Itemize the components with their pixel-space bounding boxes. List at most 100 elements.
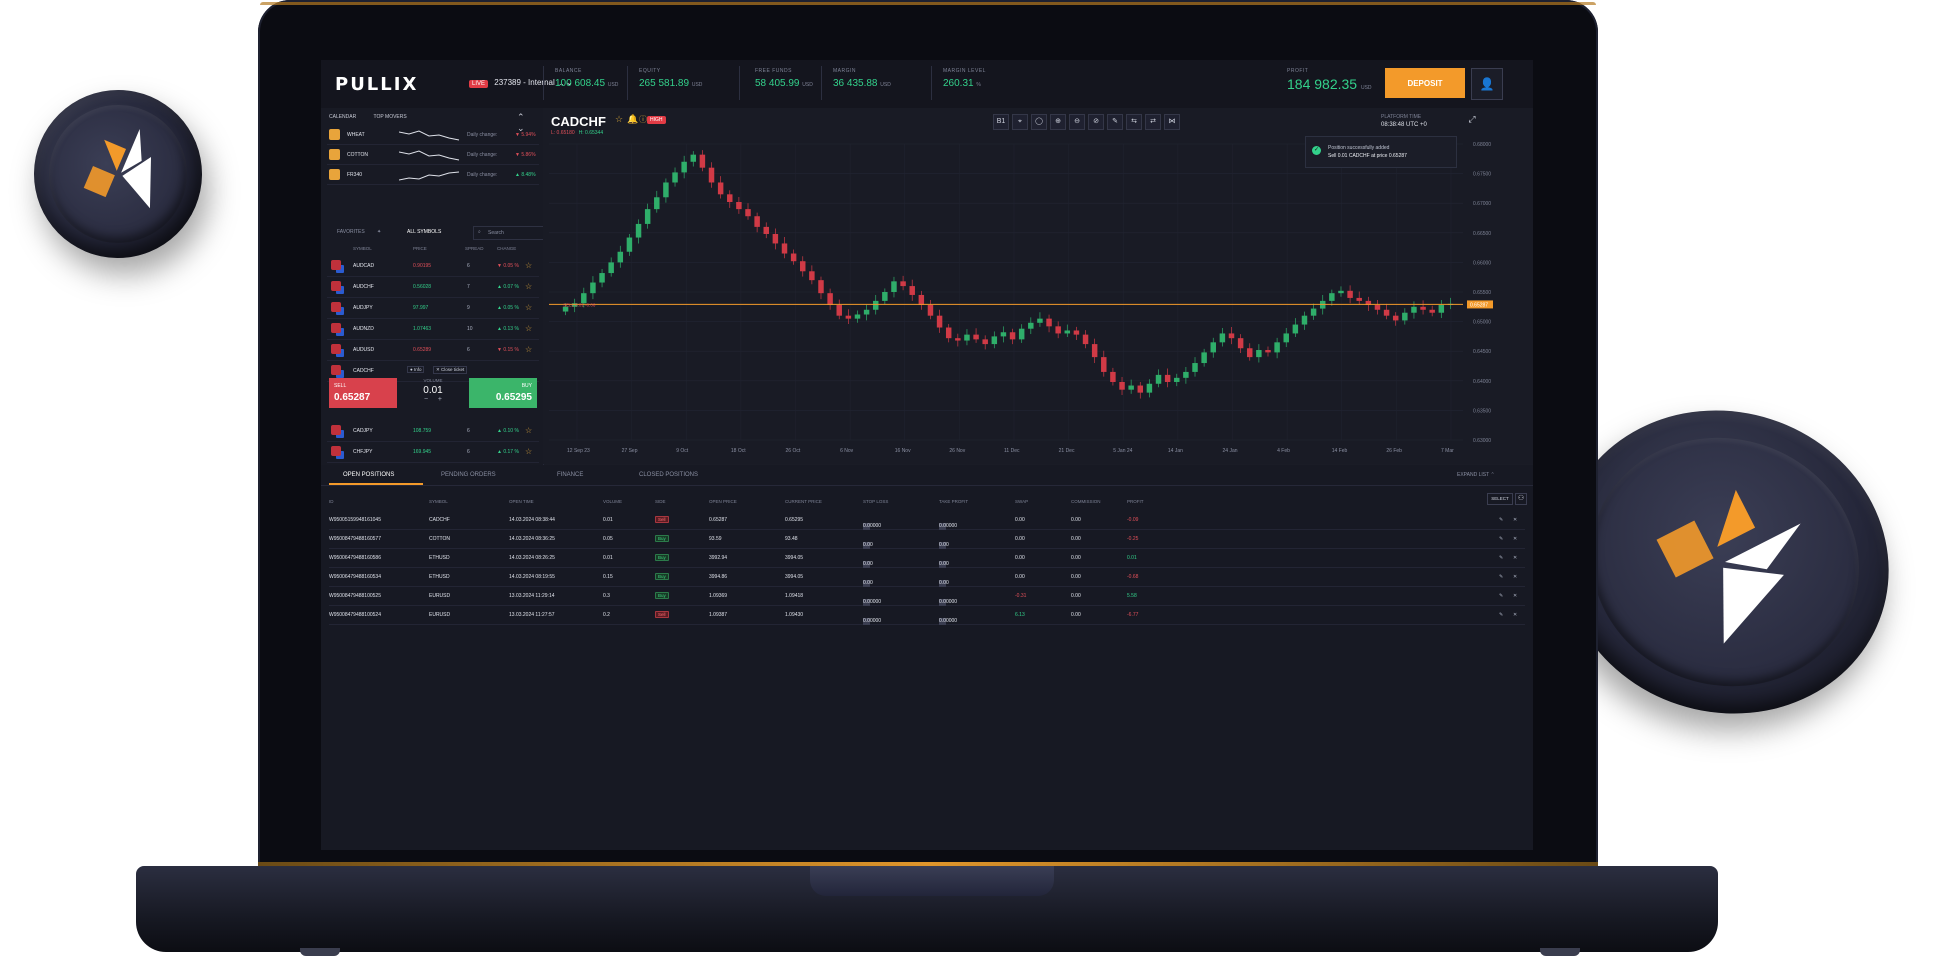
favorite-star-icon[interactable]: ☆ xyxy=(525,447,532,456)
take-profit[interactable]: 0.00 xyxy=(939,561,949,567)
column-header[interactable]: SYMBOL xyxy=(429,499,448,504)
symbol-row[interactable]: AUDUSD 0.65289 6 ▼ 0.15 % ☆ xyxy=(327,340,539,361)
favorite-star-icon[interactable]: ☆ xyxy=(525,345,532,354)
stop-loss[interactable]: 0.00 xyxy=(863,561,873,567)
column-header[interactable]: COMMISSION xyxy=(1071,499,1101,504)
user-filter-icon[interactable]: ⚇ xyxy=(1515,493,1527,505)
chart-tool-5-icon[interactable]: ⊘ xyxy=(1088,114,1104,130)
info-chip[interactable]: ● Info xyxy=(407,366,425,373)
edit-pencil-icon[interactable]: ✎ xyxy=(1499,536,1503,542)
volume-stepper[interactable]: VOLUME 0.01 − + xyxy=(405,378,461,408)
top-mover-row[interactable]: COTTON Daily change: ▼ 5.86% xyxy=(327,146,539,165)
tab-top-movers[interactable]: TOP MOVERS xyxy=(374,114,407,120)
take-profit[interactable]: 0.00000 xyxy=(939,618,957,624)
info-icon[interactable]: ⓘ xyxy=(639,114,647,125)
symbol-row[interactable]: AUDJPY 97.997 9 ▲ 0.05 % ☆ xyxy=(327,298,539,319)
edit-pencil-icon[interactable]: ✎ xyxy=(1499,612,1503,618)
top-mover-row[interactable]: FR340 Daily change: ▲ 8.48% xyxy=(327,166,539,185)
candle xyxy=(845,315,852,319)
edit-pencil-icon[interactable]: ✎ xyxy=(1499,593,1503,599)
star-icon[interactable]: ✦ xyxy=(377,229,381,235)
stop-loss[interactable]: 0.00000 xyxy=(863,523,881,529)
chart-tool-0-icon[interactable]: B1 xyxy=(993,114,1009,130)
divider xyxy=(821,66,822,100)
stop-loss[interactable]: 0.00000 xyxy=(863,599,881,605)
chart-tool-4-icon[interactable]: ⊖ xyxy=(1069,114,1085,130)
favorite-star-icon[interactable]: ☆ xyxy=(525,282,532,291)
tab-calendar[interactable]: CALENDAR xyxy=(329,114,356,120)
column-header[interactable]: SIDE xyxy=(655,499,666,504)
take-profit[interactable]: 0.00000 xyxy=(939,599,957,605)
favorite-star-icon[interactable]: ☆ xyxy=(525,261,532,270)
column-header[interactable]: OPEN TIME xyxy=(509,499,534,504)
favorite-star-icon[interactable]: ☆ xyxy=(525,324,532,333)
close-position-icon[interactable]: ✕ xyxy=(1513,555,1517,561)
chart-tool-7-icon[interactable]: ⇆ xyxy=(1126,114,1142,130)
edit-pencil-icon[interactable]: ✎ xyxy=(1499,574,1503,580)
stop-loss[interactable]: 0.00 xyxy=(863,542,873,548)
close-ticket-chip[interactable]: ✕ Close ticket xyxy=(433,366,468,374)
tab-finance[interactable]: FINANCE xyxy=(557,472,583,478)
take-profit[interactable]: 0.00 xyxy=(939,542,949,548)
top-mover-row[interactable]: WHEAT Daily change: ▼ 5.94% xyxy=(327,126,539,145)
stop-loss[interactable]: 0.00000 xyxy=(863,618,881,624)
symbol-search-input[interactable]: ⌕ Search xyxy=(473,226,545,240)
chart-tool-6-icon[interactable]: ✎ xyxy=(1107,114,1123,130)
app-logo[interactable]: PULLIX xyxy=(335,74,418,95)
tab-closed-positions[interactable]: CLOSED POSITIONS xyxy=(639,472,698,478)
chart-tool-1-icon[interactable]: ⌖ xyxy=(1012,114,1028,130)
position-row[interactable]: W95005159948161045 CADCHF 14.03.2024 08:38… xyxy=(329,511,1525,530)
user-profile-icon[interactable]: 👤 xyxy=(1471,68,1503,100)
symbol-spread: 6 xyxy=(467,263,470,269)
column-header[interactable]: OPEN PRICE xyxy=(709,499,737,504)
position-row[interactable]: W95008479488100525 EURUSD 13.03.2024 11:29… xyxy=(329,587,1525,606)
position-row[interactable]: W95008479488160577 COTTON 14.03.2024 08:36… xyxy=(329,530,1525,549)
symbol-row[interactable]: CADJPY 108.759 6 ▲ 0.10 % ☆ xyxy=(327,421,539,442)
column-header[interactable]: PROFIT xyxy=(1127,499,1144,504)
close-position-icon[interactable]: ✕ xyxy=(1513,517,1517,523)
column-header[interactable]: SWAP xyxy=(1015,499,1028,504)
position-symbol: ETHUSD xyxy=(429,574,450,580)
symbol-row[interactable]: AUDCHF 0.56028 7 ▲ 0.07 % ☆ xyxy=(327,277,539,298)
buy-button[interactable]: BUY 0.65295 xyxy=(469,378,537,408)
take-profit[interactable]: 0.00 xyxy=(939,580,949,586)
minus-plus-icon[interactable]: − + xyxy=(424,396,442,403)
select-button[interactable]: SELECT xyxy=(1487,493,1513,505)
symbol-row[interactable]: CHFJPY 169.945 6 ▲ 0.17 % ☆ xyxy=(327,442,539,463)
tab-pending-orders[interactable]: PENDING ORDERS xyxy=(441,472,496,478)
chart-tool-9-icon[interactable]: ⋈ xyxy=(1164,114,1180,130)
edit-pencil-icon[interactable]: ✎ xyxy=(1499,517,1503,523)
symbol-row[interactable]: AUDNZD 1.07463 10 ▲ 0.13 % ☆ xyxy=(327,319,539,340)
fullscreen-icon[interactable]: ⤢ xyxy=(1465,114,1479,128)
favorite-star-icon[interactable]: ☆ xyxy=(525,303,532,312)
close-position-icon[interactable]: ✕ xyxy=(1513,574,1517,580)
edit-pencil-icon[interactable]: ✎ xyxy=(1499,555,1503,561)
expand-list-button[interactable]: EXPAND LIST ⌃ xyxy=(1457,472,1495,478)
column-header[interactable]: TAKE PROFIT xyxy=(939,499,968,504)
column-header[interactable]: STOP LOSS xyxy=(863,499,888,504)
deposit-button[interactable]: DEPOSIT xyxy=(1385,68,1465,98)
bell-icon[interactable]: 🔔 xyxy=(627,114,638,125)
symbol-row[interactable]: AUDCAD 0.90195 6 ▼ 0.05 % ☆ xyxy=(327,256,539,277)
close-position-icon[interactable]: ✕ xyxy=(1513,612,1517,618)
column-header[interactable]: ID xyxy=(329,499,334,504)
close-position-icon[interactable]: ✕ xyxy=(1513,593,1517,599)
chart-tool-2-icon[interactable]: ◯ xyxy=(1031,114,1047,130)
close-position-icon[interactable]: ✕ xyxy=(1513,536,1517,542)
chart-tool-8-icon[interactable]: ⇄ xyxy=(1145,114,1161,130)
position-row[interactable]: W95006479488160534 ETHUSD 14.03.2024 08:19… xyxy=(329,568,1525,587)
column-header[interactable]: VOLUME xyxy=(603,499,622,504)
position-row[interactable]: W95008479488100524 EURUSD 13.03.2024 11:27… xyxy=(329,606,1525,625)
currency-flag-icon xyxy=(331,344,341,354)
sell-button[interactable]: SELL 0.65287 xyxy=(329,378,397,408)
tab-all-symbols[interactable]: ALL SYMBOLS xyxy=(407,229,441,235)
take-profit[interactable]: 0.00000 xyxy=(939,523,957,529)
tab-favorites[interactable]: FAVORITES xyxy=(337,229,365,235)
chart-tool-3-icon[interactable]: ⊕ xyxy=(1050,114,1066,130)
favorite-star-icon[interactable]: ☆ xyxy=(525,426,532,435)
stop-loss[interactable]: 0.00 xyxy=(863,580,873,586)
column-header[interactable]: CURRENT PRICE xyxy=(785,499,822,504)
position-row[interactable]: W95006479488160586 ETHUSD 14.03.2024 08:26… xyxy=(329,549,1525,568)
favorite-star-icon[interactable]: ☆ xyxy=(615,114,623,125)
tab-open-positions[interactable]: OPEN POSITIONS xyxy=(343,472,394,478)
